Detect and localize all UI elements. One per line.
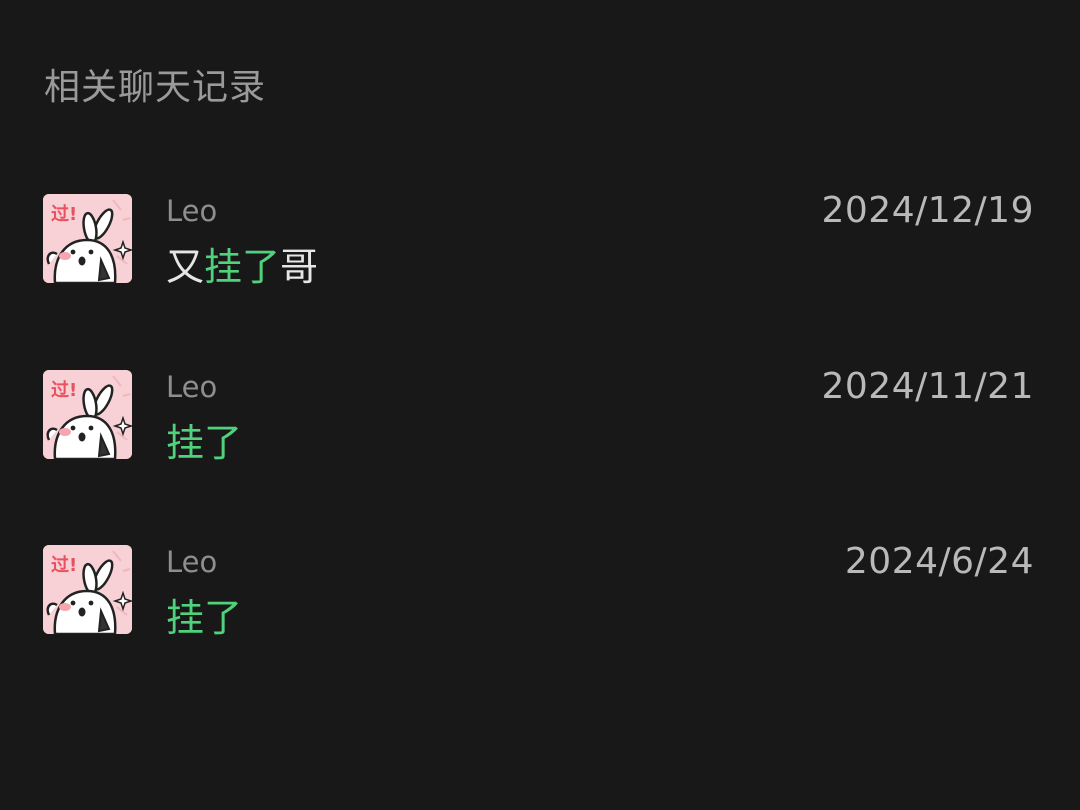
message-date: 2024/11/21 xyxy=(821,366,1034,407)
bunny-sticker-icon: 过! xyxy=(43,370,132,459)
bunny-sticker-icon: 过! xyxy=(43,194,132,283)
message-text: 挂了 xyxy=(166,420,242,466)
message-text-before: 又 xyxy=(166,245,205,289)
avatar-badge-text: 过! xyxy=(51,554,77,576)
chat-record-item[interactable]: 过! Leo 2024/6/24 挂了 xyxy=(0,541,1080,665)
message-keyword-highlight: 挂了 xyxy=(166,596,243,640)
message-text-after: 哥 xyxy=(280,245,319,289)
avatar-badge-text: 过! xyxy=(51,203,77,225)
message-text: 又挂了哥 xyxy=(166,244,318,290)
sender-name: Leo xyxy=(166,545,218,579)
avatar-badge-text: 过! xyxy=(51,379,77,401)
bunny-sticker-icon: 过! xyxy=(43,545,132,634)
section-title: 相关聊天记录 xyxy=(44,67,267,108)
message-text: 挂了 xyxy=(166,595,242,641)
sender-name: Leo xyxy=(166,194,218,228)
avatar[interactable]: 过! xyxy=(43,545,132,634)
avatar[interactable]: 过! xyxy=(43,194,132,283)
sender-name: Leo xyxy=(166,370,218,404)
avatar[interactable]: 过! xyxy=(43,370,132,459)
chat-record-item[interactable]: 过! Leo 2024/11/21 挂了 xyxy=(0,366,1080,490)
message-date: 2024/12/19 xyxy=(821,190,1034,231)
message-date: 2024/6/24 xyxy=(844,541,1034,582)
message-keyword-highlight: 挂了 xyxy=(166,421,243,465)
chat-record-item[interactable]: 过! Leo 2024/12/19 又挂了哥 xyxy=(0,190,1080,314)
message-keyword-highlight: 挂了 xyxy=(204,245,281,289)
